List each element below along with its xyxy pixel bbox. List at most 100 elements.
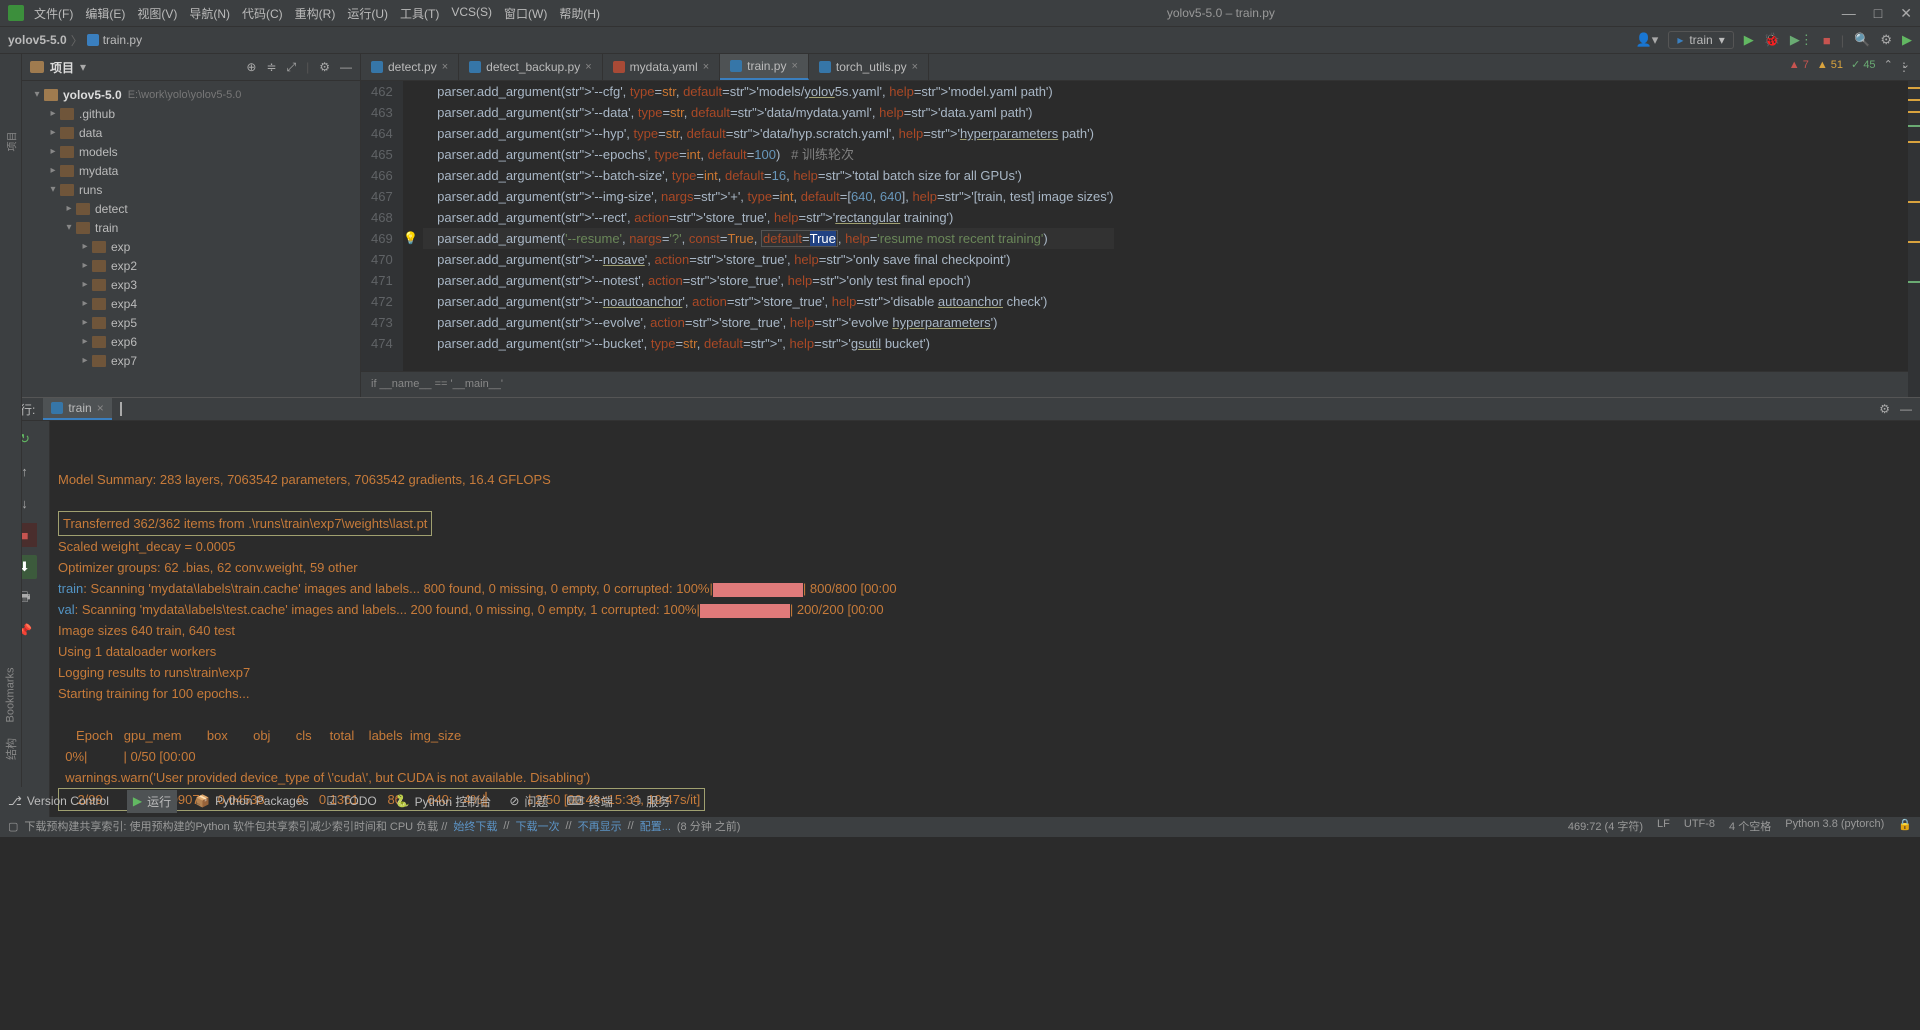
editor-tab[interactable]: mydata.yaml× (603, 54, 720, 80)
chevron-right-icon[interactable]: ▸ (78, 241, 92, 252)
menu-help[interactable]: 帮助(H) (559, 5, 600, 22)
chevron-right-icon[interactable]: ▸ (46, 108, 60, 119)
project-tool-stripe[interactable]: 项目 (3, 132, 18, 152)
link-always-download[interactable]: 始终下载 (453, 818, 497, 834)
chevron-right-icon[interactable]: ▸ (46, 127, 60, 138)
chevron-down-icon[interactable]: ▾ (30, 89, 44, 100)
tree-item[interactable]: ▸exp3 (22, 275, 360, 294)
console-output[interactable]: Model Summary: 283 layers, 7063542 param… (50, 421, 1920, 817)
lock-icon[interactable]: 🔒 (1898, 818, 1912, 834)
close-icon[interactable]: × (442, 61, 448, 73)
chevron-right-icon[interactable]: ▸ (78, 260, 92, 271)
warning-count[interactable]: ▲ 51 (1817, 59, 1843, 71)
menu-view[interactable]: 视图(V) (137, 5, 177, 22)
chevron-right-icon[interactable]: ▸ (46, 146, 60, 157)
interpreter-info[interactable]: Python 3.8 (pytorch) (1785, 818, 1884, 834)
maximize-icon[interactable]: □ (1874, 5, 1882, 22)
special-run-button[interactable]: ▶ (1902, 32, 1912, 48)
menu-run[interactable]: 运行(U) (347, 5, 388, 22)
chevron-down-icon[interactable]: ⌄ (1901, 58, 1910, 71)
close-icon[interactable]: × (703, 61, 709, 73)
status-icon[interactable]: ▢ (8, 820, 18, 833)
menu-edit[interactable]: 编辑(E) (85, 5, 125, 22)
tree-item[interactable]: ▸exp7 (22, 351, 360, 370)
left-tool-gutter-lower[interactable]: Bookmarks 结构 (0, 397, 22, 787)
menu-file[interactable]: 文件(F) (34, 5, 73, 22)
link-download-once[interactable]: 下载一次 (515, 818, 559, 834)
close-icon[interactable]: ✕ (1900, 5, 1912, 22)
close-icon[interactable]: × (912, 61, 918, 73)
search-icon[interactable]: 🔍 (1854, 32, 1870, 48)
file-encoding[interactable]: UTF-8 (1684, 818, 1715, 834)
gear-icon[interactable]: ⚙ (1879, 402, 1890, 416)
services-button[interactable]: ⬡服务 (631, 793, 671, 810)
chevron-right-icon[interactable]: ▸ (78, 355, 92, 366)
chevron-down-icon[interactable]: ▾ (80, 60, 86, 74)
menu-code[interactable]: 代码(C) (242, 5, 283, 22)
menu-refactor[interactable]: 重构(R) (295, 5, 336, 22)
tree-item[interactable]: ▸detect (22, 199, 360, 218)
gear-icon[interactable]: ⚙ (319, 60, 330, 75)
menu-tools[interactable]: 工具(T) (400, 5, 439, 22)
todo-button[interactable]: ☑TODO (326, 794, 376, 808)
tree-item[interactable]: ▸exp5 (22, 313, 360, 332)
hide-icon[interactable]: — (1900, 402, 1912, 416)
project-tree[interactable]: ▾ yolov5-5.0 E:\work\yolo\yolov5-5.0 ▸.g… (22, 81, 360, 374)
chevron-down-icon[interactable]: ▾ (62, 222, 76, 233)
editor-tab[interactable]: detect_backup.py× (459, 54, 603, 80)
minimize-icon[interactable]: — (1842, 5, 1856, 22)
error-count[interactable]: ▲ 7 (1789, 59, 1809, 71)
link-configure[interactable]: 配置... (640, 818, 671, 834)
menu-navigate[interactable]: 导航(N) (189, 5, 230, 22)
run-button[interactable]: ▶运行 (127, 790, 177, 813)
link-dont-show[interactable]: 不再显示 (578, 818, 622, 834)
tree-item[interactable]: ▸mydata (22, 161, 360, 180)
chevron-right-icon[interactable]: ▸ (78, 317, 92, 328)
tree-item[interactable]: ▸exp (22, 237, 360, 256)
inspection-widget[interactable]: ▲ 7 ▲ 51 ✓ 45 ⌃ ⌄ (1789, 58, 1910, 71)
python-console-button[interactable]: 🐍Python 控制台 (395, 793, 492, 810)
line-separator[interactable]: LF (1657, 818, 1670, 834)
close-icon[interactable]: × (97, 401, 104, 415)
user-icon[interactable]: 👤▾ (1636, 32, 1659, 48)
tree-item[interactable]: ▸exp6 (22, 332, 360, 351)
tree-item[interactable]: ▾train (22, 218, 360, 237)
tree-item[interactable]: ▾runs (22, 180, 360, 199)
chevron-right-icon[interactable]: ▸ (78, 336, 92, 347)
close-icon[interactable]: × (791, 60, 797, 72)
code-lines[interactable]: parser.add_argument(str">'--cfg', type=s… (403, 81, 1114, 397)
chevron-right-icon[interactable]: ▸ (78, 298, 92, 309)
code-breadcrumb[interactable]: if __name__ == '__main__' (361, 371, 1920, 397)
chevron-up-icon[interactable]: ⌃ (1884, 58, 1893, 71)
run-config-selector[interactable]: ▸ train ▾ (1668, 31, 1733, 49)
expand-all-icon[interactable]: ≑ (266, 60, 276, 75)
run-button[interactable]: ▶ (1744, 32, 1754, 48)
problems-button[interactable]: ⊘问题 (509, 793, 548, 810)
weak-warning-count[interactable]: ✓ 45 (1851, 58, 1876, 71)
tree-item[interactable]: ▸exp4 (22, 294, 360, 313)
menu-window[interactable]: 窗口(W) (504, 5, 547, 22)
error-stripe[interactable] (1908, 81, 1920, 397)
terminal-button[interactable]: ⌨终端 (566, 793, 612, 810)
structure-tool-stripe[interactable]: 结构 (3, 738, 19, 760)
locate-icon[interactable]: ⊕ (246, 60, 256, 75)
tree-root[interactable]: ▾ yolov5-5.0 E:\work\yolo\yolov5-5.0 (22, 85, 360, 104)
indent-info[interactable]: 4 个空格 (1729, 818, 1771, 834)
debug-button[interactable]: 🐞 (1764, 32, 1780, 48)
cursor-position[interactable]: 469:72 (4 字符) (1568, 818, 1643, 834)
breadcrumb-project[interactable]: yolov5-5.0 (8, 33, 67, 47)
left-tool-gutter[interactable]: 项目 (0, 54, 22, 397)
editor-tab[interactable]: detect.py× (361, 54, 459, 80)
editor-tab[interactable]: train.py× (720, 54, 809, 80)
tree-item[interactable]: ▸data (22, 123, 360, 142)
version-control-button[interactable]: ⎇Version Control (8, 794, 109, 808)
close-icon[interactable]: × (585, 61, 591, 73)
editor-tabs[interactable]: detect.py×detect_backup.py×mydata.yaml×t… (361, 54, 1920, 81)
gear-icon[interactable]: ⚙ (1880, 32, 1892, 48)
collapse-all-icon[interactable]: ⤢ (287, 60, 297, 75)
bookmarks-tool-stripe[interactable]: Bookmarks (5, 667, 17, 722)
stop-button[interactable]: ■ (1823, 33, 1831, 48)
python-packages-button[interactable]: 📦Python Packages (195, 794, 308, 808)
tree-item[interactable]: ▸models (22, 142, 360, 161)
main-menu[interactable]: 文件(F) 编辑(E) 视图(V) 导航(N) 代码(C) 重构(R) 运行(U… (34, 5, 600, 22)
